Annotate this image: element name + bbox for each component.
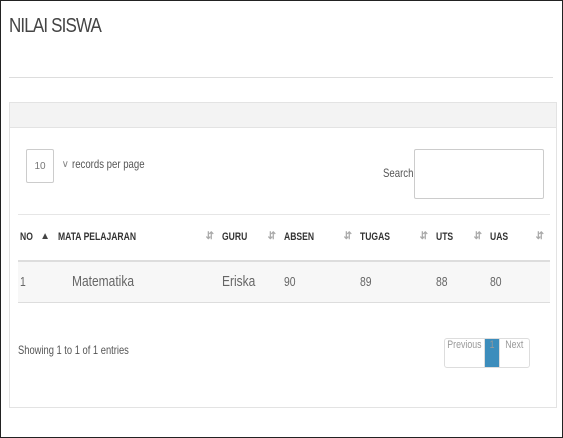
cell-tugas: 89 <box>358 260 434 303</box>
search-label: Search: <box>383 166 417 180</box>
page-title: NILAI SISWA <box>9 15 102 37</box>
sort-both-icon: ⇵ <box>473 231 482 242</box>
table-row: 1 Matematika Eriska 90 89 88 80 <box>18 260 550 303</box>
table-info: Showing 1 to 1 of 1 entries <box>18 343 129 357</box>
column-header-tugas[interactable]: TUGAS ⇵ <box>358 214 434 262</box>
cell-mata-pelajaran: Matematika <box>56 260 220 303</box>
table-header-row: NO ▲ MATA PELAJARAN ⇵ GURU ⇵ ABSEN ⇵ TUGAS ⇵ … <box>18 214 550 262</box>
sort-both-icon: ⇵ <box>343 231 352 242</box>
sort-asc-icon: ▲ <box>40 231 50 242</box>
column-header-absen[interactable]: ABSEN ⇵ <box>282 214 358 262</box>
column-header-guru[interactable]: GURU ⇵ <box>220 214 282 262</box>
cell-uas: 80 <box>488 260 550 303</box>
cell-guru: Eriska <box>220 260 282 303</box>
grades-table: NO ▲ MATA PELAJARAN ⇵ GURU ⇵ ABSEN ⇵ TUGAS ⇵ … <box>18 214 550 303</box>
panel-heading <box>10 103 556 128</box>
title-divider <box>9 77 553 78</box>
column-header-uts[interactable]: UTS ⇵ <box>434 214 488 262</box>
pagination-next-button[interactable]: Next <box>499 339 529 367</box>
sort-both-icon: ⇵ <box>205 231 214 242</box>
cell-uts: 88 <box>434 260 488 303</box>
data-panel: 10 ∨ records per page Search: NO ▲ MATA P… <box>9 102 557 408</box>
chevron-down-icon: ∨ <box>61 159 69 170</box>
pagination-page-1-button[interactable]: 1 <box>485 339 499 367</box>
column-header-no[interactable]: NO ▲ <box>18 214 56 262</box>
cell-no: 1 <box>18 260 56 303</box>
sort-both-icon: ⇵ <box>267 231 276 242</box>
column-header-mata-pelajaran[interactable]: MATA PELAJARAN ⇵ <box>56 214 220 262</box>
sort-both-icon: ⇵ <box>419 231 428 242</box>
records-per-page-select[interactable]: 10 ∨ <box>26 149 69 183</box>
sort-both-icon: ⇵ <box>535 231 544 242</box>
records-per-page-value: 10 <box>34 160 46 172</box>
pagination: Previous 1 Next <box>444 338 530 368</box>
cell-absen: 90 <box>282 260 358 303</box>
page-frame: NILAI SISWA 10 ∨ records per page Search… <box>0 0 563 438</box>
pagination-previous-button[interactable]: Previous <box>445 339 485 367</box>
column-header-uas[interactable]: UAS ⇵ <box>488 214 550 262</box>
search-input[interactable] <box>414 149 544 199</box>
records-per-page-label: records per page <box>72 157 145 171</box>
